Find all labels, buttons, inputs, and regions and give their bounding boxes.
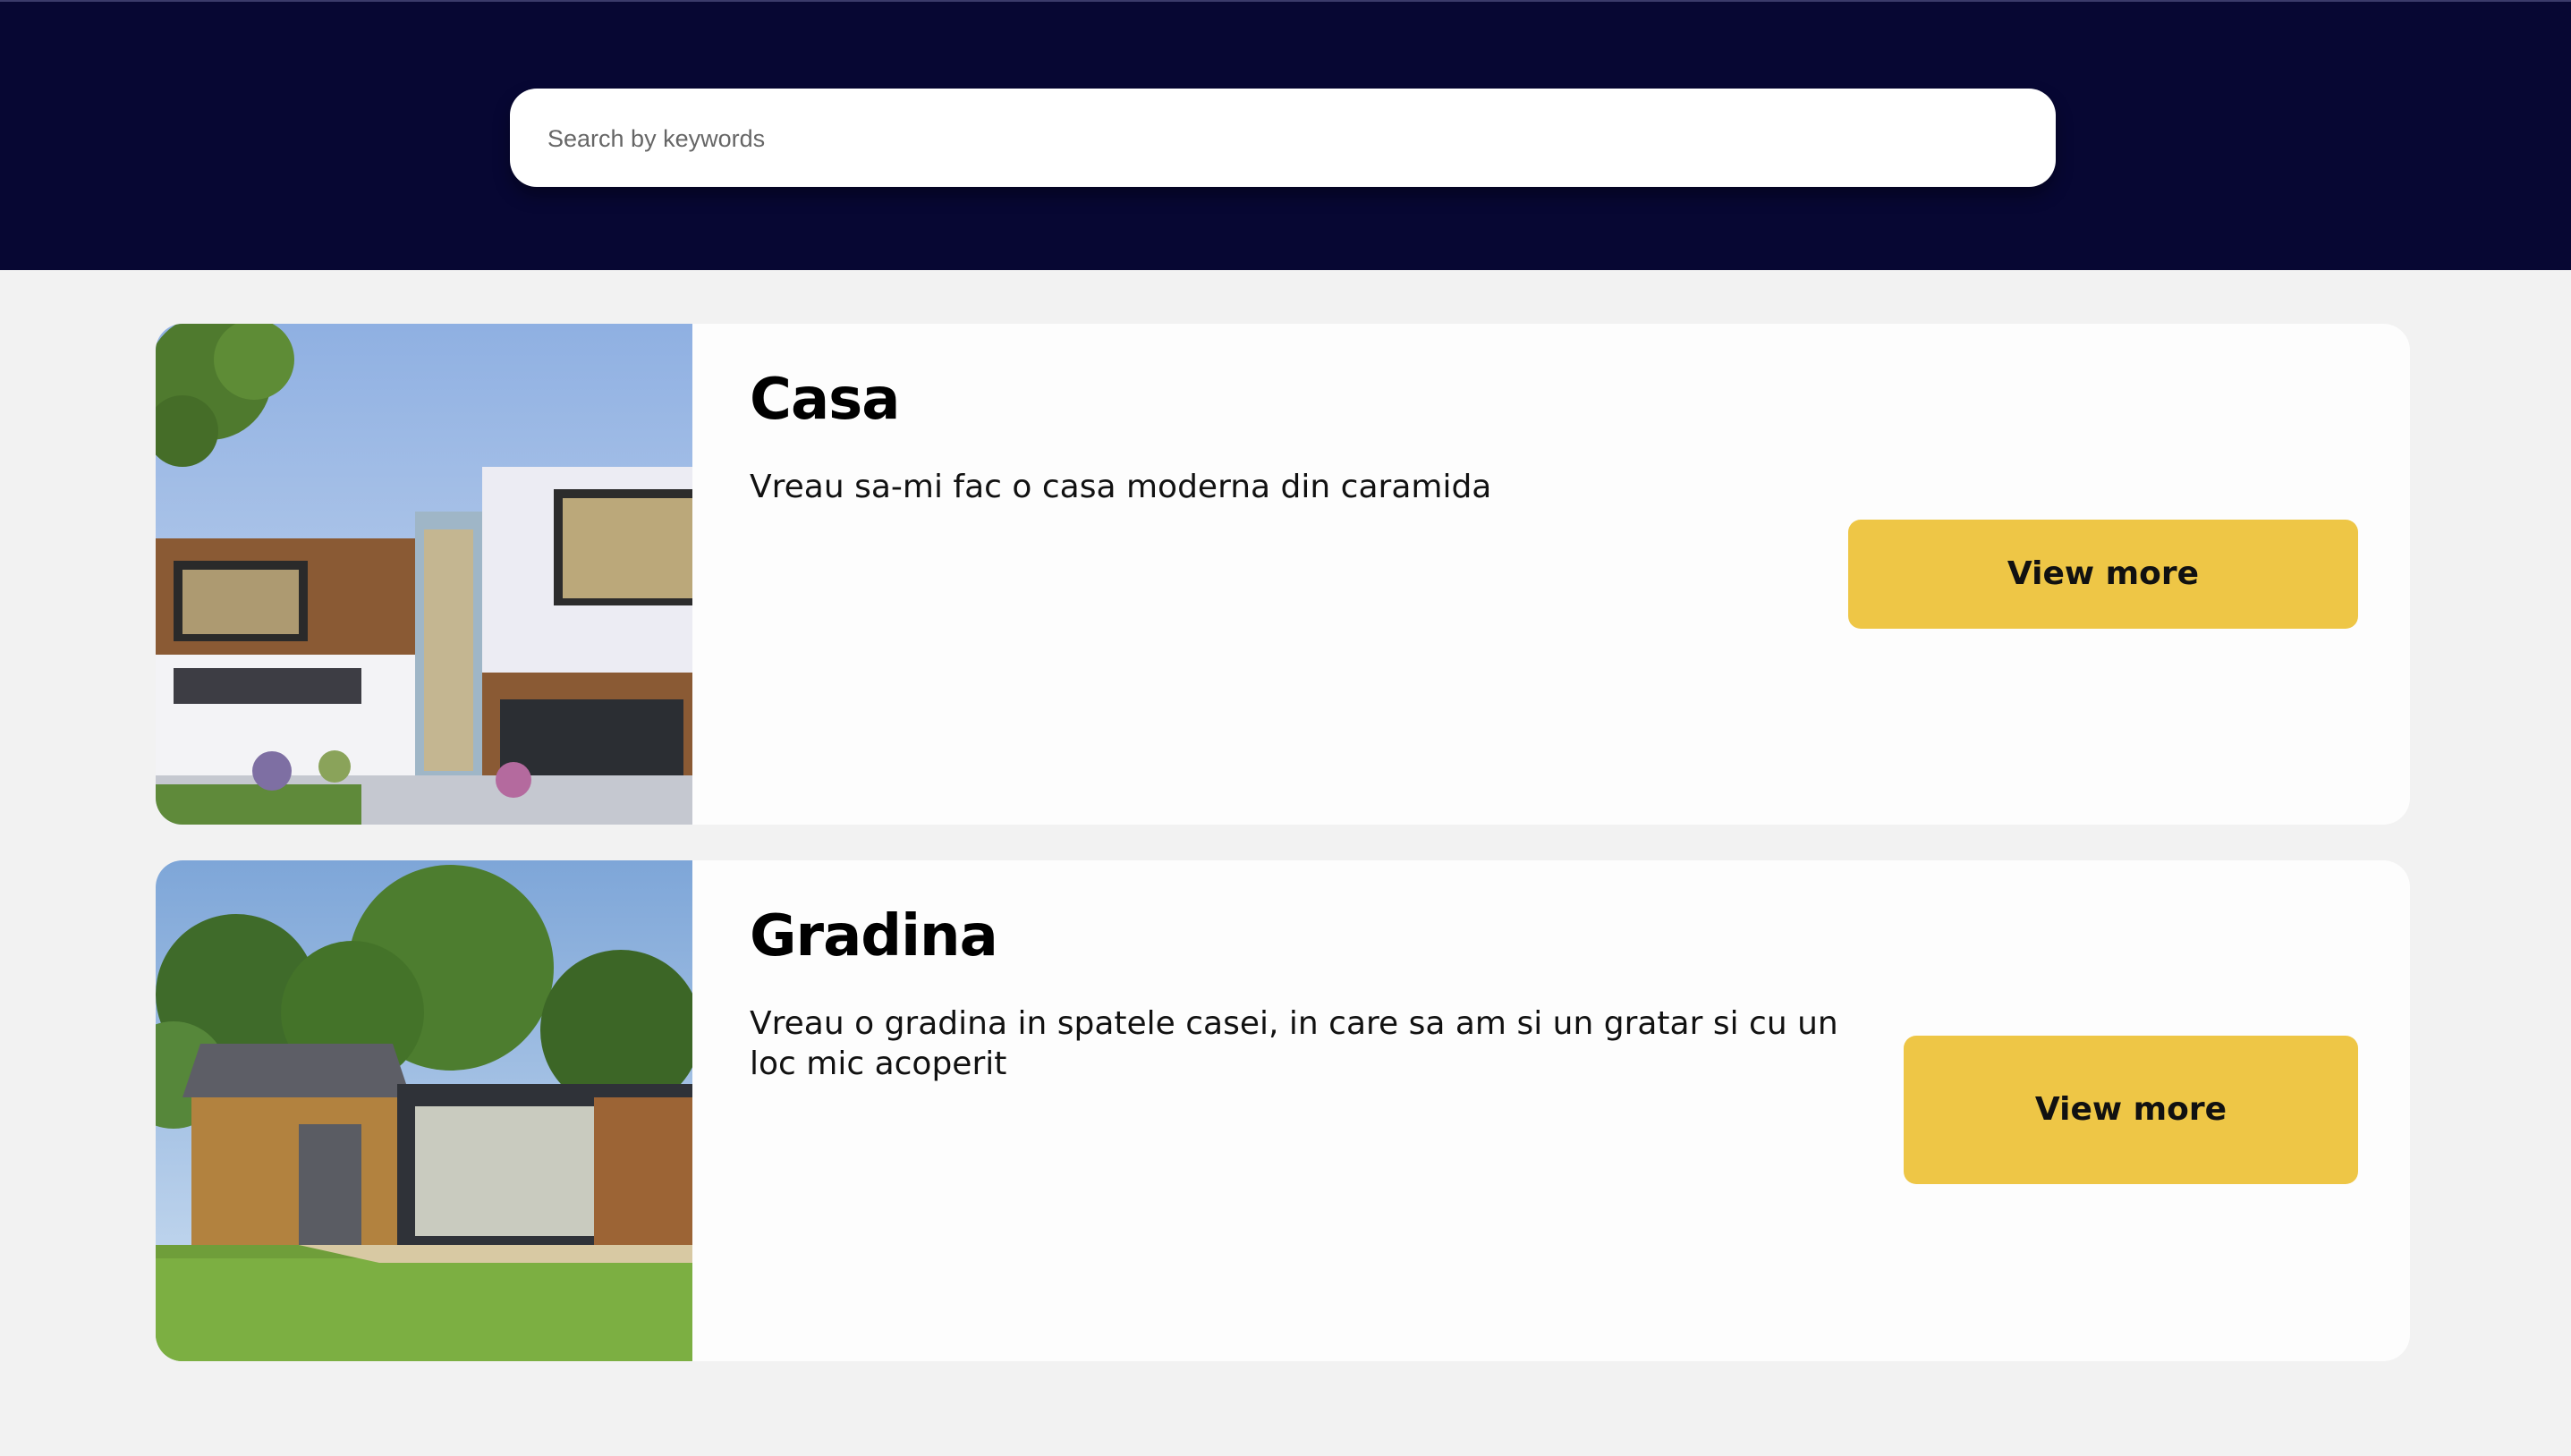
card-title: Casa bbox=[750, 367, 900, 433]
card-description: Vreau o gradina in spatele casei, in car… bbox=[750, 1005, 1838, 1082]
project-card: Casa Vreau sa-mi fac o casa moderna din … bbox=[156, 324, 2410, 825]
project-card: Gradina Vreau o gradina in spatele casei… bbox=[156, 860, 2410, 1361]
view-more-button[interactable]: View more bbox=[1904, 1036, 2358, 1184]
search-input[interactable] bbox=[546, 89, 2016, 189]
card-description: Vreau sa-mi fac o casa moderna din caram… bbox=[750, 469, 1492, 505]
card-title: Gradina bbox=[750, 903, 998, 969]
view-more-button[interactable]: View more bbox=[1848, 520, 2358, 629]
modern-house-image bbox=[156, 324, 692, 825]
search-bar[interactable] bbox=[510, 89, 2056, 189]
garden-studio-image bbox=[156, 860, 692, 1361]
top-header bbox=[0, 0, 2571, 270]
